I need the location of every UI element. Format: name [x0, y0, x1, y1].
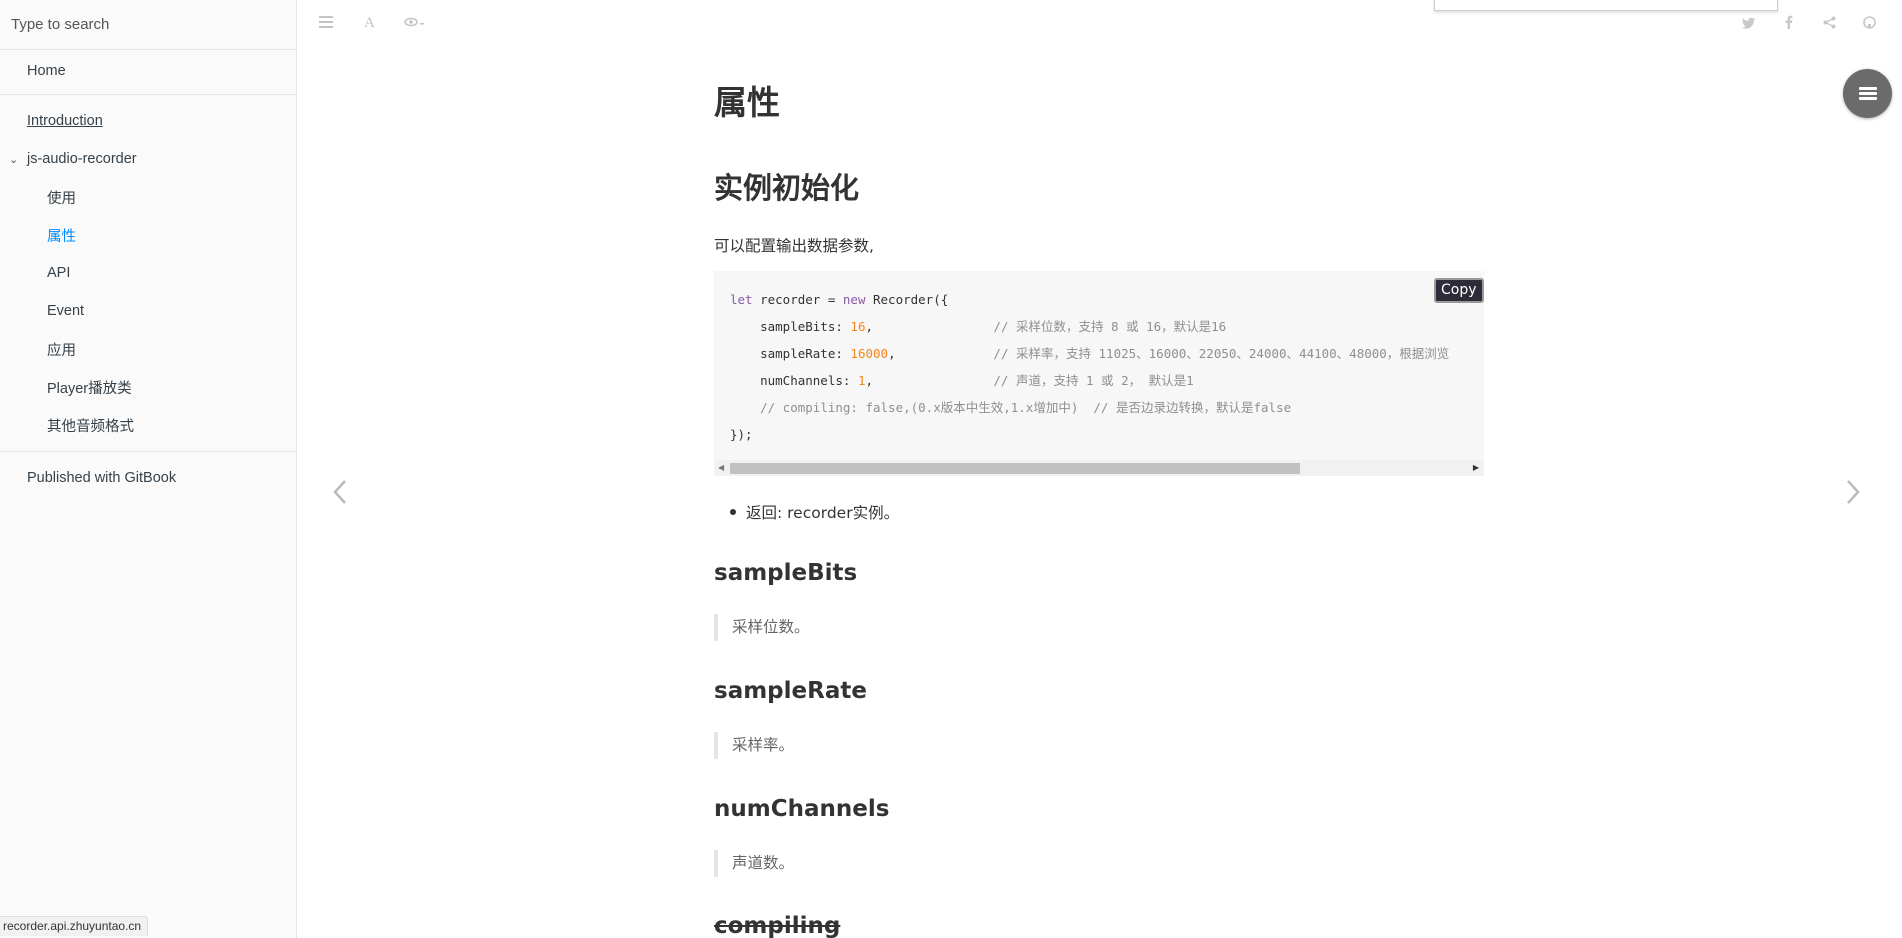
sidebar-item-js-audio-recorder[interactable]: ⌄ js-audio-recorder — [0, 140, 296, 178]
sidebar-item-player[interactable]: Player播放类 — [0, 368, 296, 406]
sidebar-item-other-formats[interactable]: 其他音频格式 — [0, 406, 296, 444]
blockquote-samplerate: 采样率。 — [714, 732, 794, 759]
blockquote-samplebits: 采样位数。 — [714, 614, 810, 641]
scroll-left-icon[interactable]: ◀ — [718, 463, 724, 472]
heading-numchannels: numChannels — [714, 796, 890, 822]
sidebar-item-properties[interactable]: 属性 — [0, 216, 296, 254]
sidebar-item-application[interactable]: 应用 — [0, 330, 296, 368]
bullet-icon — [730, 509, 736, 515]
scroll-right-icon[interactable]: ▶ — [1473, 463, 1479, 472]
sidebar-item-label: Player播放类 — [47, 380, 132, 397]
toolbar-right — [1740, 14, 1878, 34]
sidebar-nav: Home Introduction ⌄ js-audio-recorder 使用… — [0, 50, 296, 497]
sidebar-item-label: js-audio-recorder — [27, 151, 137, 167]
sidebar-item-event[interactable]: Event — [0, 292, 296, 330]
sidebar-item-label: 应用 — [47, 342, 76, 359]
sidebar-divider — [0, 451, 296, 452]
floating-menu-button[interactable] — [1843, 69, 1892, 118]
horizontal-scrollbar[interactable]: ◀ ▶ — [714, 460, 1484, 476]
list-item-text: 返回: recorder实例。 — [746, 504, 900, 522]
code-line: // compiling: false,(0.x版本中生效,1.x增加中) //… — [760, 400, 1292, 415]
svg-text:A: A — [364, 15, 375, 28]
sidebar-item-home[interactable]: Home — [0, 52, 296, 90]
previous-page-arrow[interactable] — [332, 477, 348, 511]
section-heading-init: 实例初始化 — [714, 171, 860, 205]
code-text: let recorder = new Recorder({ sampleBits… — [730, 286, 1449, 448]
sidebar-item-usage[interactable]: 使用 — [0, 178, 296, 216]
scrollbar-thumb[interactable] — [730, 463, 1300, 474]
sidebar-item-api[interactable]: API — [0, 254, 296, 292]
intro-text: 可以配置输出数据参数, — [714, 237, 874, 255]
search-bar — [0, 0, 296, 50]
code-line: }); — [730, 427, 753, 442]
copy-button[interactable]: Copy — [1434, 278, 1484, 303]
dropdown-popup — [1434, 0, 1778, 11]
github-icon[interactable] — [1860, 14, 1878, 34]
sidebar-item-published[interactable]: Published with GitBook — [0, 459, 296, 497]
hamburger-icon — [1858, 85, 1877, 102]
sidebar-item-label: Introduction — [27, 113, 103, 129]
font-icon[interactable]: A — [360, 14, 380, 34]
list-item: 返回: recorder实例。 — [730, 501, 899, 523]
next-page-arrow[interactable] — [1845, 477, 1861, 511]
code-line: sampleBits: 16, // 采样位数，支持 8 或 16，默认是16 — [730, 319, 1227, 334]
facebook-icon[interactable] — [1780, 14, 1798, 34]
sidebar-item-label: Published with GitBook — [27, 470, 177, 486]
sidebar-item-label: Home — [27, 63, 66, 79]
status-url: recorder.api.zhuyuntao.cn — [0, 916, 149, 936]
sidebar-item-label: Event — [47, 303, 85, 319]
heading-compiling: compiling — [714, 913, 841, 938]
code-line: sampleRate: 16000, // 采样率，支持 11025、16000… — [730, 346, 1450, 361]
eye-icon[interactable] — [404, 14, 424, 34]
heading-samplerate: sampleRate — [714, 678, 867, 704]
sidebar-item-introduction[interactable]: Introduction — [0, 102, 296, 140]
code-line: numChannels: 1, // 声道，支持 1 或 2， 默认是1 — [730, 373, 1194, 388]
code-block: let recorder = new Recorder({ sampleBits… — [714, 271, 1484, 476]
blockquote-numchannels: 声道数。 — [714, 850, 794, 877]
sidebar-item-label: 使用 — [47, 190, 76, 207]
heading-samplebits: sampleBits — [714, 560, 858, 586]
search-input[interactable] — [11, 16, 271, 33]
sidebar-divider — [0, 94, 296, 95]
twitter-icon[interactable] — [1740, 14, 1758, 34]
toolbar-left: A — [316, 14, 424, 34]
sidebar-item-label: API — [47, 265, 71, 281]
menu-icon[interactable] — [316, 14, 336, 34]
sidebar: Home Introduction ⌄ js-audio-recorder 使用… — [0, 0, 297, 938]
sidebar-item-label: 其他音频格式 — [47, 418, 134, 435]
chevron-down-icon[interactable]: ⌄ — [9, 153, 18, 166]
sidebar-item-label: 属性 — [47, 228, 76, 245]
share-icon[interactable] — [1820, 14, 1838, 34]
code-line: let recorder = new Recorder({ — [730, 292, 949, 307]
page-title: 属性 — [714, 83, 780, 122]
